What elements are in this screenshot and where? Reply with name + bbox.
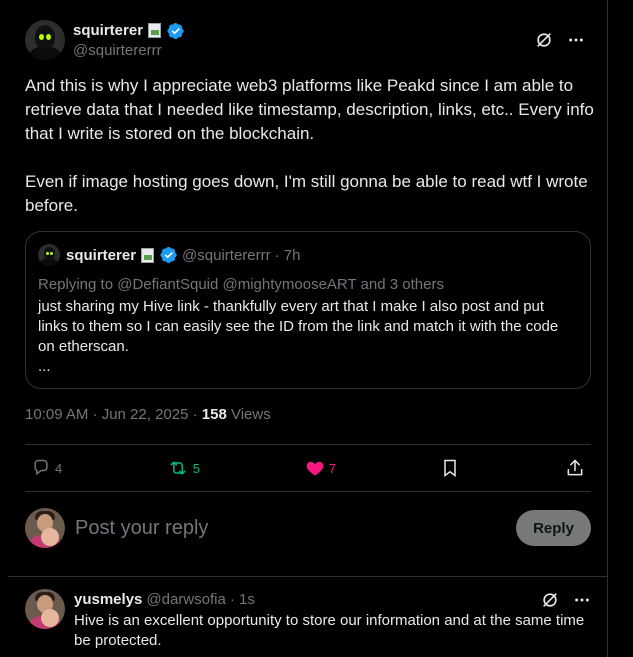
reply-icon: [34, 459, 48, 476]
quoted-author-avatar: [38, 244, 60, 266]
quoted-author-name: squirterer: [66, 246, 137, 264]
repost-count: 5: [192, 460, 201, 476]
reply-composer: Post your reply Reply: [25, 506, 591, 550]
bookmark-icon: [444, 459, 457, 477]
author-name[interactable]: squirterer: [73, 22, 143, 39]
author-avatar[interactable]: [25, 20, 65, 60]
quoted-tweet-header: squirterer @squirtererrr · 7h: [38, 244, 578, 266]
reply-author-handle[interactable]: @darwsofia: [146, 591, 225, 608]
quoted-tweet-text: just sharing my Hive link - thankfully e…: [38, 298, 559, 375]
user-avatar[interactable]: [25, 508, 65, 548]
more-icon[interactable]: [567, 31, 585, 49]
verified-badge-icon: [160, 246, 177, 264]
header-actions: [535, 31, 585, 49]
reply-input[interactable]: Post your reply: [75, 517, 208, 540]
quoted-time: · 7h: [274, 246, 301, 264]
tweet-meta: 10:09 AM · Jun 22, 2025 · 158 Views: [25, 406, 271, 423]
divider: [8, 576, 608, 577]
share-icon: [567, 459, 583, 476]
bookmark-button[interactable]: [440, 458, 460, 478]
tweet-text: And this is why I appreciate web3 platfo…: [25, 76, 594, 215]
share-button[interactable]: [565, 458, 585, 478]
reply-header-actions: [541, 591, 591, 609]
reply-tweet-text: Hive is an excellent opportunity to stor…: [74, 612, 585, 649]
tweet-timestamp[interactable]: 10:09 AM · Jun 22, 2025 ·: [25, 406, 202, 423]
grok-icon[interactable]: [535, 31, 553, 49]
reply-author-name[interactable]: yusmelys: [74, 591, 142, 608]
author-handle[interactable]: @squirtererrr: [73, 42, 185, 59]
divider: [25, 491, 591, 492]
replying-to: Replying to @DefiantSquid @mightymooseAR…: [38, 276, 444, 293]
like-count: 7: [328, 460, 336, 476]
more-icon[interactable]: [573, 591, 591, 609]
reply-tweet-header: yusmelys @darwsofia · 1s: [74, 591, 255, 608]
like-button[interactable]: 7: [305, 458, 336, 478]
grok-icon[interactable]: [541, 591, 559, 609]
reply-button[interactable]: 4: [31, 458, 62, 478]
reply-time[interactable]: · 1s: [230, 591, 255, 608]
author-identity: squirterer @squirtererrr: [73, 22, 185, 59]
quoted-author-handle: @squirtererrr: [182, 246, 271, 264]
repost-icon: [170, 461, 186, 475]
action-bar: 4 5 7: [25, 446, 591, 490]
broken-image-icon: [140, 247, 156, 264]
quoted-tweet[interactable]: squirterer @squirtererrr · 7h Replying t…: [25, 231, 591, 389]
views-count: 158: [201, 406, 227, 423]
reply-submit-button[interactable]: Reply: [516, 510, 591, 546]
views-label: Views: [226, 406, 271, 423]
broken-image-icon: [147, 22, 163, 39]
timeline-column: squirterer @squirtererrr And this is why…: [0, 0, 608, 657]
reply-author-avatar[interactable]: [25, 589, 65, 629]
reply-count: 4: [55, 460, 63, 476]
tweet-header: squirterer @squirtererrr: [25, 18, 585, 62]
verified-badge-icon: [167, 22, 184, 39]
heart-icon: [306, 461, 323, 476]
divider: [25, 444, 591, 445]
repost-button[interactable]: 5: [167, 458, 200, 478]
